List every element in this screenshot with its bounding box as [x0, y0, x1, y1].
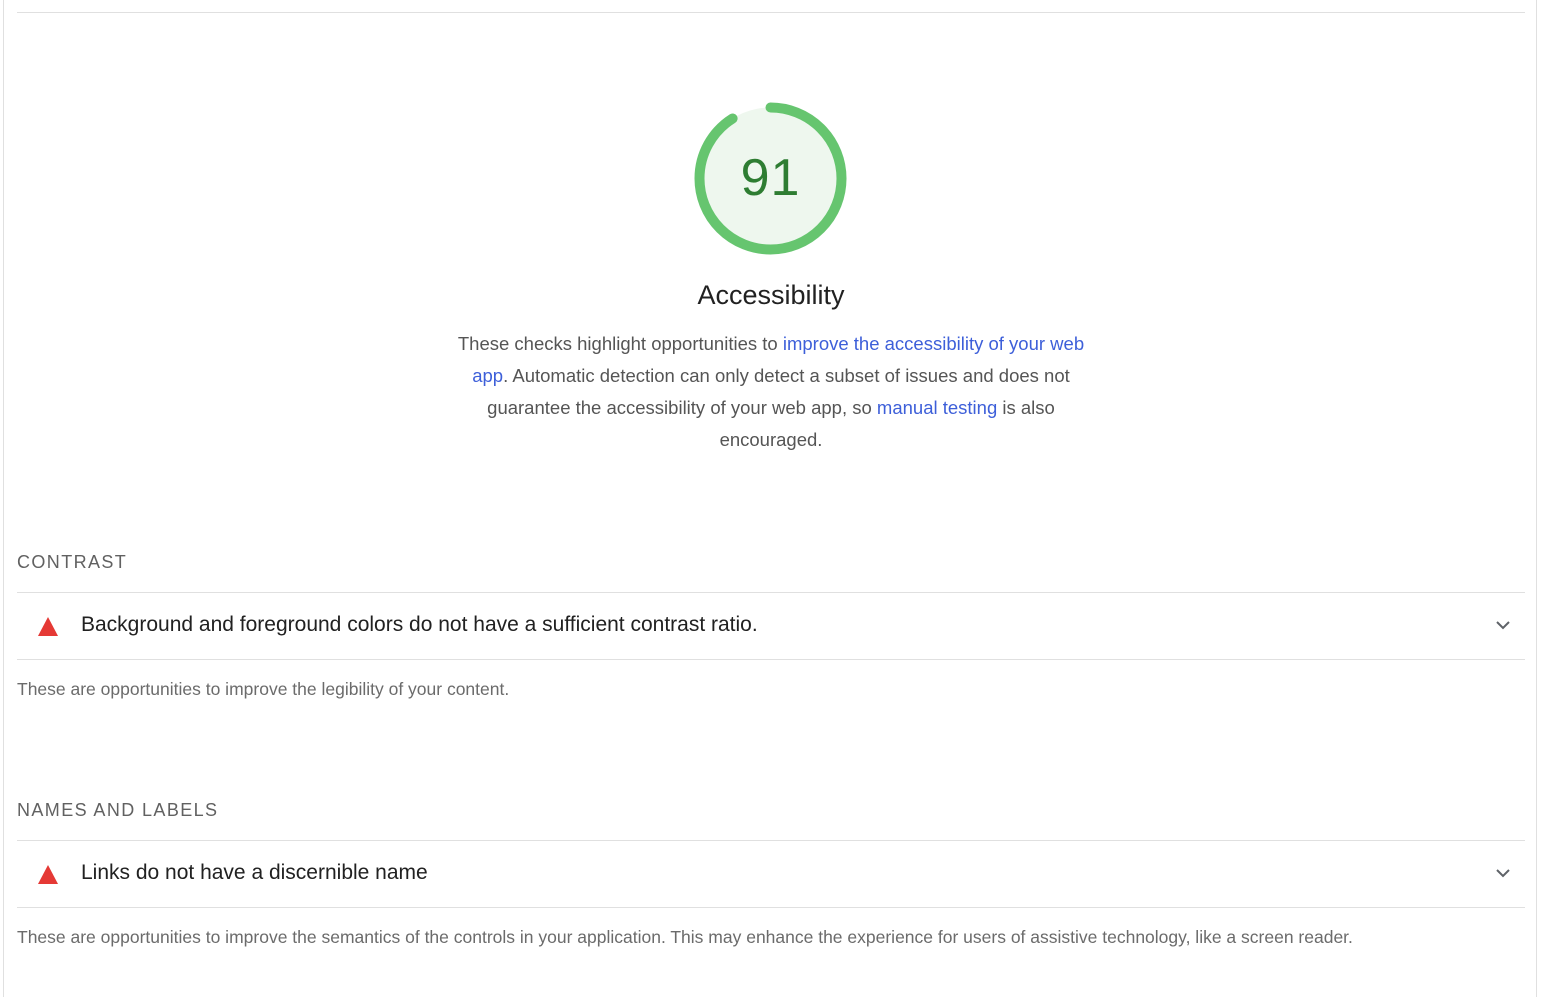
fail-triangle-icon: [38, 865, 58, 884]
group-title-contrast: CONTRAST: [17, 552, 128, 572]
score-gauge[interactable]: 91: [693, 101, 848, 256]
group-description-names-labels: These are opportunities to improve the s…: [17, 927, 1353, 947]
audit-row-link-name[interactable]: Links do not have a discernible name: [17, 840, 1525, 908]
audit-title: Background and foreground colors do not …: [81, 613, 758, 636]
description-text-1: These checks highlight opportunities to: [457, 333, 783, 354]
score-value: 91: [740, 149, 801, 207]
chevron-down-icon[interactable]: [1495, 619, 1511, 631]
audit-title: Links do not have a discernible name: [81, 861, 428, 884]
manual-testing-link[interactable]: manual testing: [877, 397, 997, 418]
top-divider: [17, 12, 1525, 13]
chevron-down-icon[interactable]: [1495, 867, 1511, 879]
category-description: These checks highlight opportunities to …: [445, 328, 1097, 456]
group-description-contrast: These are opportunities to improve the l…: [17, 679, 510, 699]
audit-row-color-contrast[interactable]: Background and foreground colors do not …: [17, 592, 1525, 660]
group-title-names-labels: NAMES AND LABELS: [17, 800, 219, 820]
category-title: Accessibility: [697, 280, 845, 310]
fail-triangle-icon: [38, 617, 58, 636]
